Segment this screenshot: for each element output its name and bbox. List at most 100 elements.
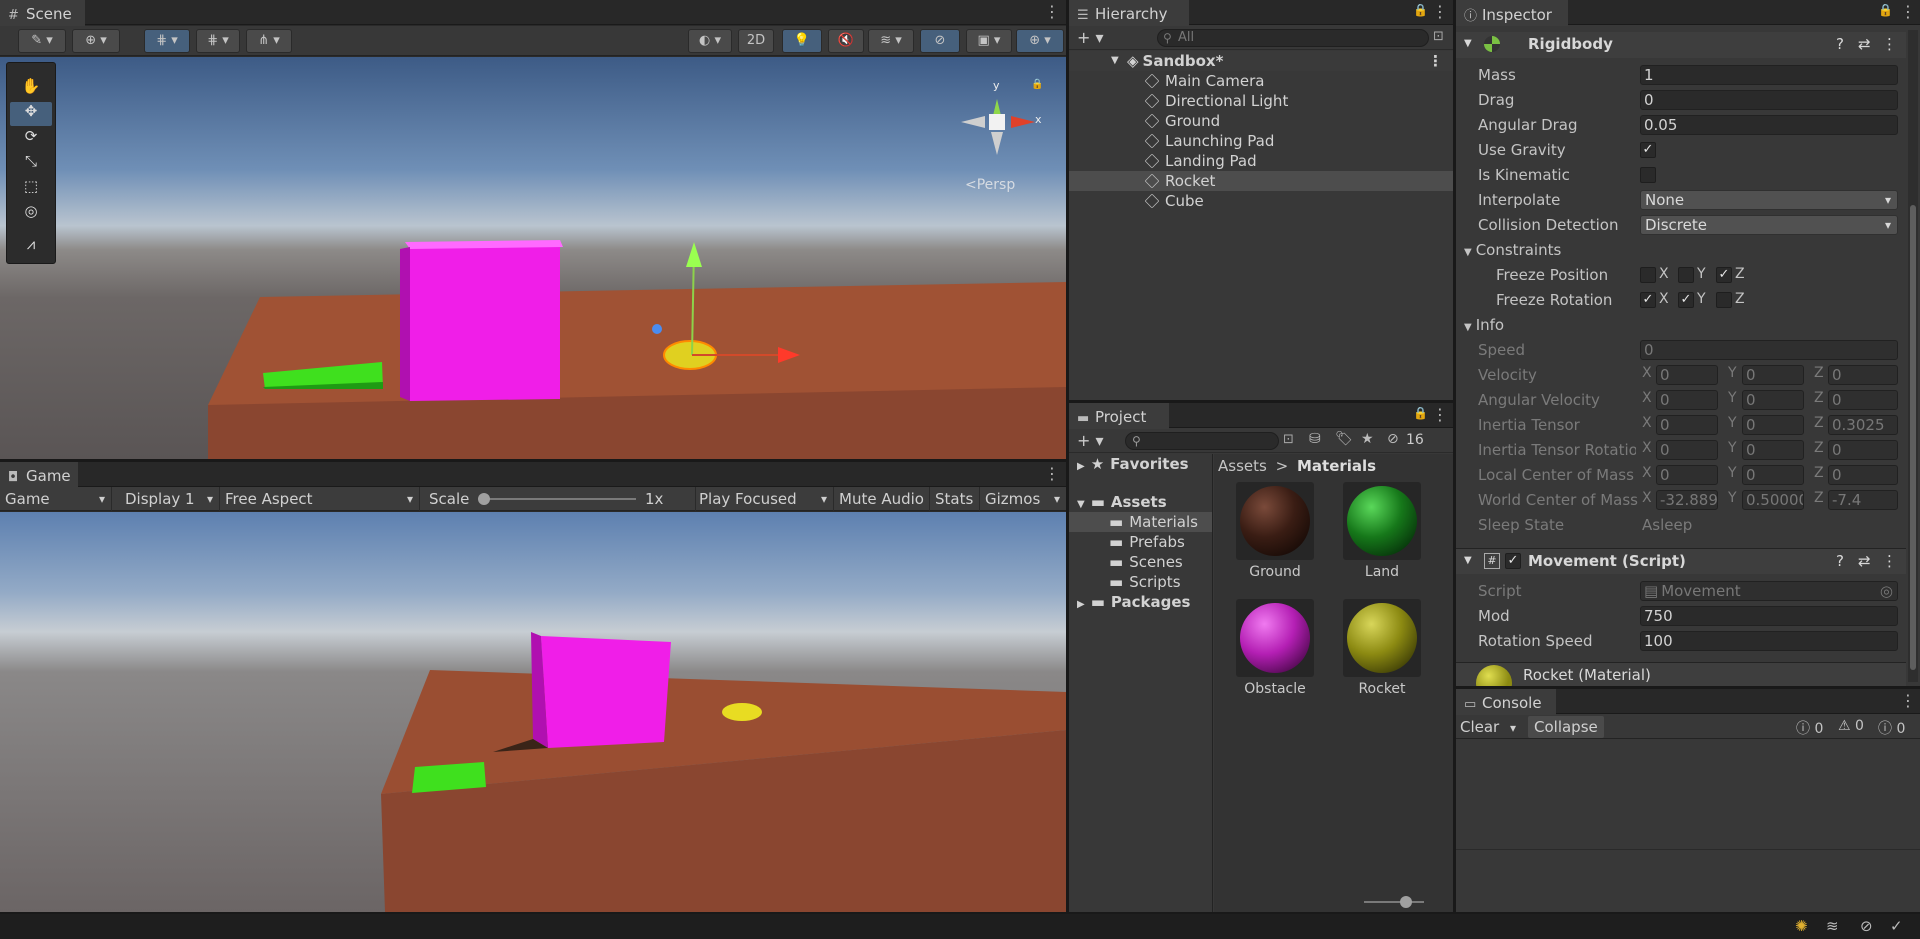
- lock-icon[interactable]: 🔒: [1878, 3, 1893, 17]
- folder-item-prefabs[interactable]: ▬ Prefabs: [1069, 532, 1212, 552]
- scene-more-icon[interactable]: ⋮: [1428, 51, 1443, 71]
- folder-item-materials[interactable]: ▬ Materials: [1069, 512, 1212, 532]
- angular-drag-field[interactable]: 0.05: [1640, 115, 1898, 135]
- foldout-icon[interactable]: ▼: [1464, 322, 1472, 333]
- grid-visibility-button[interactable]: ⋔ ▾: [246, 29, 292, 53]
- transform-tool-icon[interactable]: ◎: [10, 202, 52, 226]
- script-field[interactable]: ▤ Movement ◎: [1640, 581, 1898, 601]
- icon-size-slider[interactable]: [1364, 896, 1424, 908]
- stack-icon[interactable]: ≋: [1826, 917, 1839, 935]
- console-more-icon[interactable]: ⋮: [1900, 691, 1916, 710]
- log-count-toggle[interactable]: ⓘ 0: [1796, 718, 1823, 738]
- mod-field[interactable]: 750: [1640, 606, 1898, 626]
- packages-folder[interactable]: ▶ ▬ Packages: [1069, 592, 1212, 612]
- freeze-rotation-y-checkbox[interactable]: ✓: [1678, 292, 1694, 308]
- breadcrumb-materials[interactable]: Materials: [1297, 457, 1376, 475]
- foldout-icon[interactable]: ▼: [1111, 51, 1119, 71]
- hand-tool-icon[interactable]: ✋: [10, 77, 52, 101]
- debug-icon[interactable]: ⊘: [1860, 917, 1873, 935]
- move-tool-icon[interactable]: ✥: [10, 102, 52, 126]
- assets-folder[interactable]: ▼ ▬ Assets: [1069, 492, 1212, 512]
- foldout-icon[interactable]: ▼: [1464, 247, 1472, 258]
- effects-toggle-button[interactable]: ≋ ▾: [868, 29, 914, 53]
- search-by-type-icon[interactable]: ⊡: [1283, 432, 1294, 447]
- hierarchy-item-directional-light[interactable]: Directional Light: [1069, 91, 1453, 111]
- hierarchy-item-landing-pad[interactable]: Landing Pad: [1069, 151, 1453, 171]
- help-icon[interactable]: ?: [1836, 32, 1844, 56]
- tab-hierarchy[interactable]: ☰ Hierarchy: [1069, 0, 1189, 26]
- component-more-icon[interactable]: ⋮: [1882, 549, 1897, 573]
- shading-mode-button[interactable]: ✎ ▾: [18, 29, 66, 53]
- scene-camera-button[interactable]: ▣ ▾: [966, 29, 1012, 53]
- hierarchy-item-rocket[interactable]: Rocket: [1069, 171, 1453, 191]
- hierarchy-item-launching-pad[interactable]: Launching Pad: [1069, 131, 1453, 151]
- project-more-icon[interactable]: ⋮: [1432, 405, 1448, 424]
- game-mode-dropdown[interactable]: Game: [0, 487, 112, 511]
- scene-visibility-icon[interactable]: ⊘: [920, 29, 960, 53]
- is-kinematic-checkbox[interactable]: [1640, 167, 1656, 183]
- game-viewport[interactable]: [0, 512, 1066, 912]
- info-foldout[interactable]: ▼ Info: [1464, 314, 1906, 336]
- rect-tool-icon[interactable]: ⬚: [10, 177, 52, 201]
- tab-console[interactable]: ▭ Console: [1456, 689, 1556, 715]
- chevron-down-icon[interactable]: ▾: [1510, 721, 1516, 735]
- drag-field[interactable]: 0: [1640, 90, 1898, 110]
- orientation-gizmo[interactable]: y x 🔒: [955, 77, 1045, 177]
- filter-type-icon[interactable]: ⛁: [1309, 431, 1321, 447]
- icon-size-knob[interactable]: [1400, 896, 1412, 908]
- increment-snap-button[interactable]: ⋕ ▾: [196, 29, 240, 53]
- hierarchy-item-cube[interactable]: Cube: [1069, 191, 1453, 211]
- mass-field[interactable]: 1: [1640, 65, 1898, 85]
- gizmos-dropdown[interactable]: Gizmos: [980, 487, 1066, 511]
- hierarchy-more-icon[interactable]: ⋮: [1432, 2, 1448, 21]
- clear-button[interactable]: Clear ▾: [1460, 718, 1516, 736]
- rigidbody-header[interactable]: ▼ Rigidbody ? ⇄ ⋮: [1456, 32, 1906, 58]
- freeze-position-y-checkbox[interactable]: [1678, 267, 1694, 283]
- movement-enabled-checkbox[interactable]: ✓: [1505, 553, 1521, 569]
- preset-icon[interactable]: ⇄: [1858, 32, 1871, 56]
- console-log-area[interactable]: [1456, 740, 1920, 850]
- interpolate-dropdown[interactable]: None: [1640, 190, 1898, 210]
- movement-script-header[interactable]: ▼ # ✓ Movement (Script) ? ⇄ ⋮: [1456, 548, 1906, 574]
- foldout-icon[interactable]: ▶: [1077, 599, 1085, 610]
- global-toggle-button[interactable]: ⊕ ▾: [72, 29, 120, 53]
- scale-tool-icon[interactable]: ⤡: [10, 152, 52, 176]
- folder-item-scripts[interactable]: ▬ Scripts: [1069, 572, 1212, 592]
- tab-project[interactable]: ▬ Project: [1069, 403, 1169, 429]
- object-picker-icon[interactable]: ◎: [1880, 582, 1893, 600]
- render-mode-button[interactable]: ◐ ▾: [688, 29, 732, 53]
- folder-item-scenes[interactable]: ▬ Scenes: [1069, 552, 1212, 572]
- aspect-dropdown[interactable]: Free Aspect: [220, 487, 420, 511]
- perspective-label[interactable]: <Persp: [965, 177, 1015, 193]
- custom-tool-icon[interactable]: ⩘: [10, 235, 52, 259]
- tab-inspector[interactable]: ⓘ Inspector: [1456, 0, 1568, 26]
- game-more-icon[interactable]: ⋮: [1044, 464, 1060, 483]
- create-button[interactable]: + ▾: [1077, 28, 1104, 47]
- mute-audio-toggle[interactable]: Mute Audio: [834, 487, 930, 511]
- freeze-position-z-checkbox[interactable]: ✓: [1716, 267, 1732, 283]
- tab-scene[interactable]: # Scene: [0, 0, 85, 26]
- rotate-tool-icon[interactable]: ⟳: [10, 127, 52, 151]
- scale-slider[interactable]: [478, 493, 636, 505]
- favorite-star-icon[interactable]: ★: [1361, 431, 1374, 447]
- project-search-input[interactable]: ⚲: [1125, 432, 1279, 450]
- hierarchy-item-ground[interactable]: Ground: [1069, 111, 1453, 131]
- search-input[interactable]: ⚲ All: [1157, 29, 1429, 47]
- hierarchy-item-main-camera[interactable]: Main Camera: [1069, 71, 1453, 91]
- lock-icon[interactable]: 🔒: [1413, 406, 1428, 420]
- stats-toggle[interactable]: Stats: [930, 487, 980, 511]
- material-header[interactable]: Rocket (Material): [1456, 662, 1906, 686]
- scene-more-icon[interactable]: ⋮: [1044, 2, 1060, 21]
- audio-toggle-icon[interactable]: 🔇: [828, 29, 864, 53]
- tab-game[interactable]: ◘ Game: [0, 462, 78, 488]
- collision-detection-dropdown[interactable]: Discrete: [1640, 215, 1898, 235]
- foldout-icon[interactable]: ▼: [1464, 32, 1472, 56]
- component-more-icon[interactable]: ⋮: [1882, 32, 1897, 56]
- hidden-packages-icon[interactable]: ⊘: [1387, 431, 1399, 447]
- lighting-toggle-icon[interactable]: 💡: [782, 29, 822, 53]
- foldout-icon[interactable]: ▼: [1464, 549, 1472, 573]
- use-gravity-checkbox[interactable]: ✓: [1640, 142, 1656, 158]
- favorites-item[interactable]: ▶ ★ Favorites: [1069, 454, 1212, 474]
- lightbulb-icon[interactable]: ✺: [1795, 917, 1808, 935]
- error-count-toggle[interactable]: ⓘ 0: [1878, 718, 1905, 738]
